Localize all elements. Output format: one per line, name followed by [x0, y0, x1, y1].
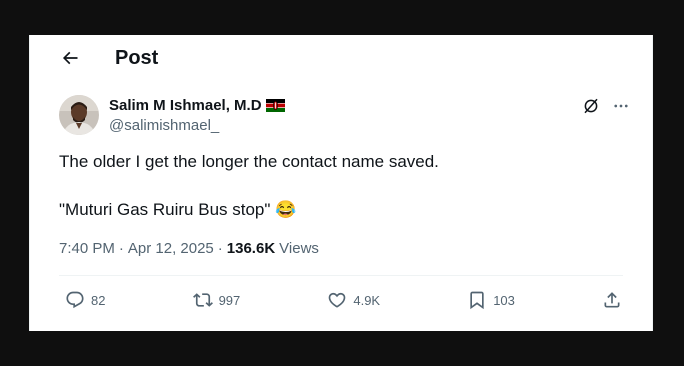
tweet-text: The older I get the longer the contact n… [59, 150, 439, 222]
like-count: 4.9K [353, 292, 381, 308]
author-handle[interactable]: @salimishmael_ [109, 117, 285, 134]
arrow-left-icon [62, 51, 78, 65]
post-header: Post [30, 35, 652, 81]
share-button[interactable] [602, 290, 622, 310]
post-card: Post Salim M Ishmael, M.D @salimishmael_… [29, 35, 653, 331]
repost-icon [192, 293, 213, 307]
grok-button[interactable] [582, 97, 600, 115]
meta-separator: · [217, 240, 223, 257]
bookmark-icon [470, 291, 484, 310]
avatar[interactable] [59, 95, 99, 135]
bookmark-count: 103 [493, 292, 515, 308]
divider [59, 275, 623, 276]
kenya-flag-icon [265, 99, 285, 112]
reply-icon [66, 291, 84, 309]
back-button[interactable] [54, 45, 86, 71]
more-options-button[interactable] [612, 97, 630, 115]
bookmark-button[interactable]: 103 [467, 290, 515, 310]
repost-count: 997 [218, 292, 241, 308]
grok-icon [584, 98, 598, 114]
laughing-emoji: 😂 [275, 200, 297, 219]
tweet-line-1: The older I get the longer the contact n… [59, 152, 439, 171]
post-top-actions [582, 97, 630, 115]
heart-icon [329, 292, 346, 308]
more-horizontal-icon [614, 104, 628, 108]
share-icon [604, 292, 620, 308]
tweet-line-2: "Muturi Gas Ruiru Bus stop" 😂 [59, 198, 439, 222]
author-info: Salim M Ishmael, M.D @salimishmael_ [109, 97, 285, 134]
page-title: Post [115, 47, 159, 69]
repost-button[interactable]: 997 [192, 290, 241, 310]
post-meta: 7:40 PM · Apr 12, 2025 · 136.6K Views [59, 240, 319, 257]
reply-count: 82 [91, 292, 106, 308]
views-count: 136.6K [226, 240, 276, 257]
user-photo-icon [59, 95, 99, 135]
tweet-quote: "Muturi Gas Ruiru Bus stop" [59, 200, 271, 219]
author-name-row: Salim M Ishmael, M.D [109, 97, 285, 114]
meta-separator: · [118, 240, 124, 257]
like-button[interactable]: 4.9K [327, 290, 380, 310]
post-date[interactable]: Apr 12, 2025 [128, 240, 214, 257]
engagement-bar: 82 997 4.9K 103 [65, 287, 622, 313]
author-display-name[interactable]: Salim M Ishmael, M.D [109, 97, 262, 114]
post-time[interactable]: 7:40 PM [59, 240, 115, 257]
views-label: Views [279, 240, 319, 257]
reply-button[interactable]: 82 [65, 290, 105, 310]
